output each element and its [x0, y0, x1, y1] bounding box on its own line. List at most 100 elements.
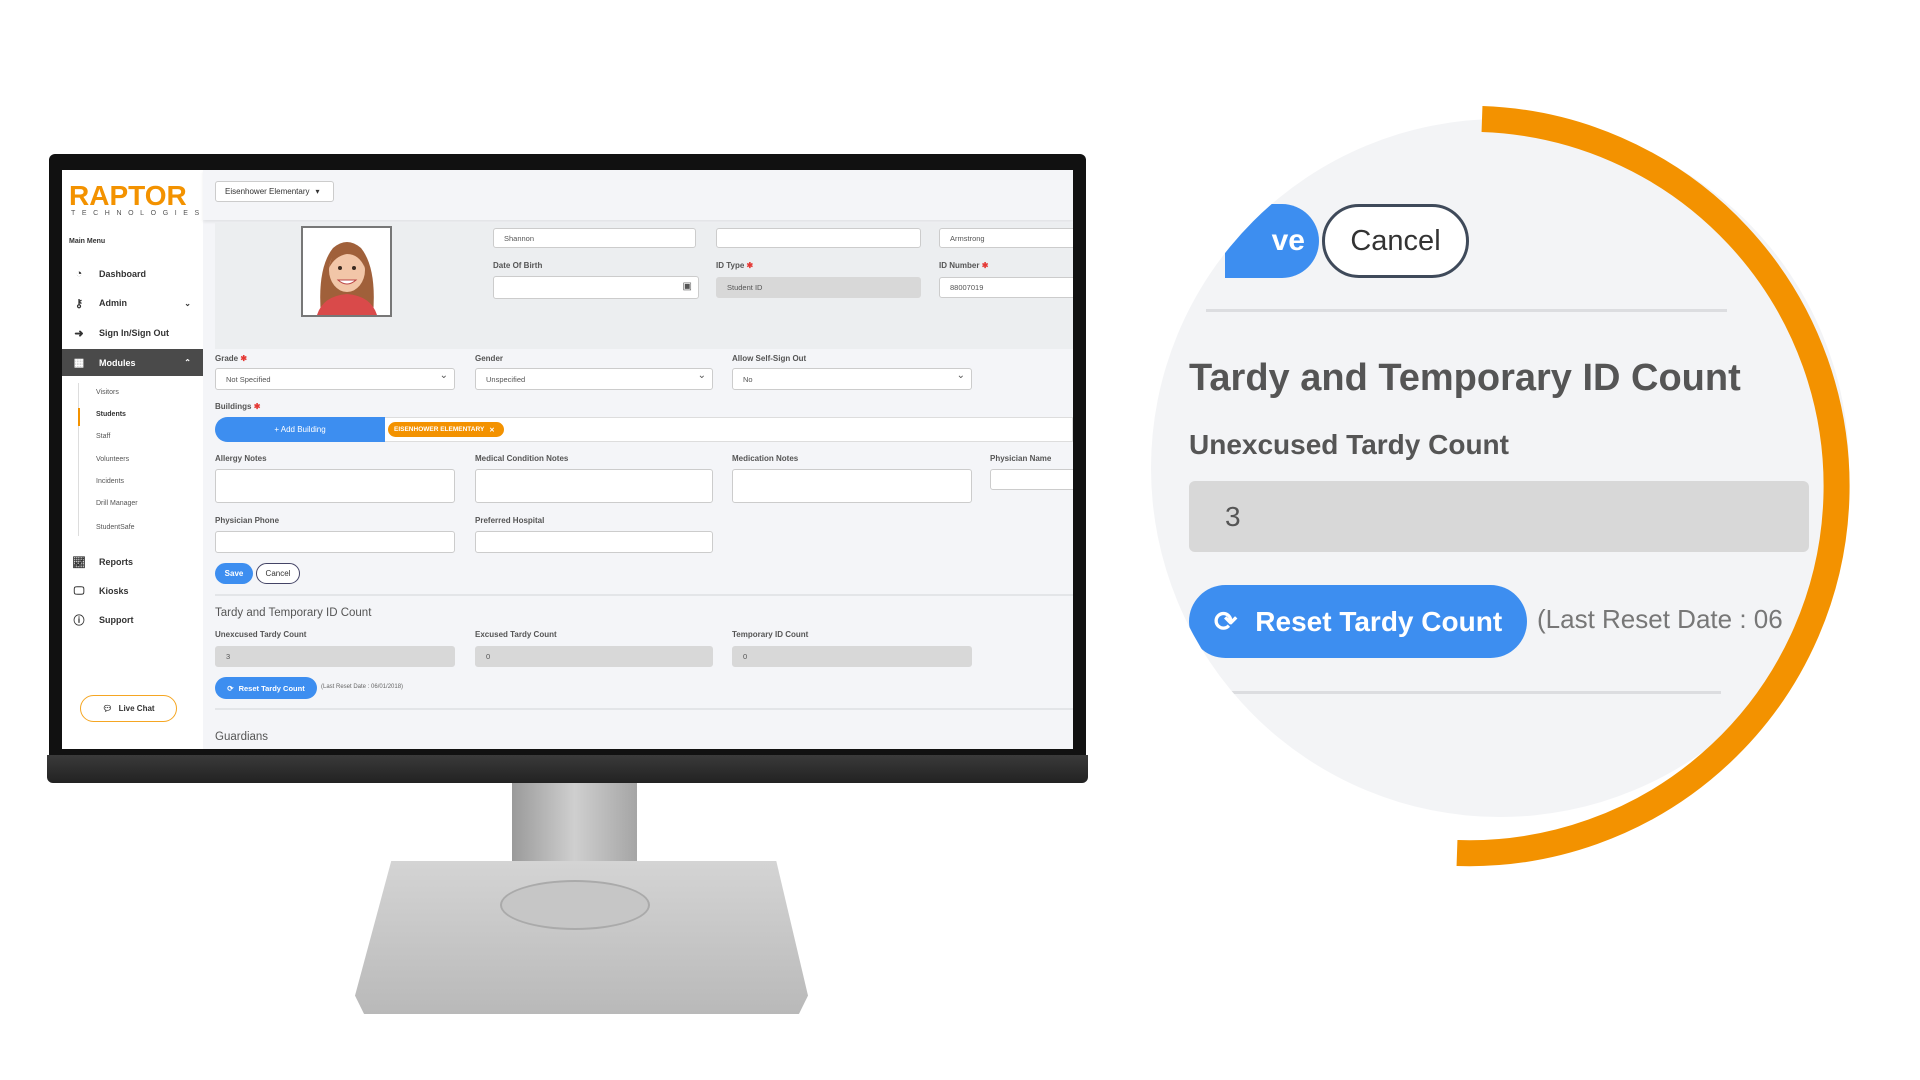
zoom-tardy-title: Tardy and Temporary ID Count: [1189, 357, 1741, 399]
excused-label: Excused Tardy Count: [475, 630, 557, 639]
reset-tardy-button[interactable]: ⟳ Reset Tardy Count: [215, 677, 317, 699]
id-number-input[interactable]: 88007019: [939, 277, 1073, 298]
sidebar-item-sign-in-out[interactable]: ➜ Sign In/Sign Out: [62, 321, 203, 345]
guardians-title: Guardians: [215, 731, 269, 743]
key-icon: ⚷: [74, 297, 84, 310]
middle-name-input[interactable]: [716, 228, 921, 248]
module-volunteers[interactable]: Volunteers: [96, 456, 129, 463]
logo-tagline: TECHNOLOGIES: [71, 210, 206, 217]
remove-icon[interactable]: ✕: [489, 426, 494, 434]
dob-input[interactable]: ▣: [493, 276, 699, 299]
building-select-value: Eisenhower Elementary: [225, 187, 310, 196]
zoom-last-reset-date: (Last Reset Date : 06: [1537, 604, 1783, 634]
medical-notes-textarea[interactable]: [475, 469, 713, 503]
last-name-input[interactable]: Armstrong: [939, 228, 1073, 248]
physician-phone-label: Physician Phone: [215, 516, 280, 525]
divider: [215, 708, 1073, 710]
unexcused-count-input: 3: [215, 646, 455, 667]
required-icon: ✱: [253, 402, 261, 411]
unexcused-label: Unexcused Tardy Count: [215, 630, 307, 639]
zoom-reset-tardy-button[interactable]: ⟳ Reset Tardy Count: [1189, 585, 1527, 658]
live-chat-button[interactable]: 💬︎ Live Chat: [80, 695, 177, 722]
medication-notes-textarea[interactable]: [732, 469, 972, 503]
id-number-label: ID Number ✱: [939, 261, 988, 270]
app-screen: RAPTOR TECHNOLOGIES Main Menu ◔ Dashboard…: [62, 170, 1073, 749]
excused-count-input: 0: [475, 646, 713, 667]
sidebar-item-label: Reports: [99, 557, 134, 567]
sidebar-item-support[interactable]: ⓘ Support: [62, 608, 203, 632]
student-photo[interactable]: [301, 226, 392, 317]
sidebar-item-admin[interactable]: ⚷ Admin ⌄: [62, 291, 203, 315]
grade-select[interactable]: Not Specified: [215, 368, 455, 390]
self-signout-label: Allow Self-Sign Out: [732, 354, 807, 363]
module-students[interactable]: Students: [96, 411, 126, 418]
logo: RAPTOR: [69, 180, 187, 211]
zoom-unexcused-label: Unexcused Tardy Count: [1189, 429, 1509, 460]
physician-phone-input[interactable]: [215, 531, 455, 553]
module-studentsafe[interactable]: StudentSafe: [96, 524, 135, 531]
live-chat-label: Live Chat: [118, 704, 155, 713]
physician-name-input[interactable]: [990, 469, 1073, 490]
monitor-chin: [47, 755, 1088, 783]
save-button[interactable]: Save: [215, 563, 253, 584]
main-menu-heading: Main Menu: [69, 238, 106, 245]
sidebar-item-label: Support: [99, 615, 134, 625]
chat-bubble-icon: 💬︎: [102, 704, 113, 713]
caret-down-icon: ▾: [315, 187, 320, 196]
gender-select[interactable]: Unspecified: [475, 368, 713, 390]
sidebar-item-label: Modules: [99, 357, 136, 368]
first-name-input[interactable]: Shannon: [493, 228, 696, 248]
tardy-section-title: Tardy and Temporary ID Count: [215, 607, 372, 619]
buildings-label: Buildings ✱: [215, 402, 260, 411]
cancel-button[interactable]: Cancel: [256, 563, 300, 584]
sidebar-item-reports[interactable]: 📈︎ Reports: [62, 550, 203, 574]
zoom-divider: [1231, 691, 1721, 694]
id-type-label-text: ID Type: [716, 261, 745, 270]
monitor-icon: 🖵: [73, 584, 85, 597]
self-signout-select[interactable]: No: [732, 368, 972, 390]
sidebar-item-kiosks[interactable]: 🖵 Kiosks: [62, 579, 203, 603]
zoom-cancel-button[interactable]: Cancel: [1322, 204, 1469, 278]
allergy-notes-textarea[interactable]: [215, 469, 455, 503]
module-staff[interactable]: Staff: [96, 433, 110, 440]
zoom-save-button[interactable]: ve: [1225, 204, 1319, 278]
building-chip-label: EISENHOWER ELEMENTARY: [394, 426, 485, 433]
module-drill-manager[interactable]: Drill Manager: [96, 500, 138, 507]
hospital-label: Preferred Hospital: [475, 516, 545, 525]
sign-in-icon: ➜: [74, 327, 84, 340]
required-icon: ✱: [746, 261, 754, 270]
sidebar-item-label: Sign In/Sign Out: [99, 328, 169, 338]
chevron-down-icon: ⌄: [184, 298, 191, 308]
allergy-label: Allergy Notes: [215, 454, 267, 463]
reset-tardy-label: Reset Tardy Count: [238, 683, 305, 693]
grid-icon: ▦: [73, 357, 85, 369]
grade-label: Grade ✱: [215, 354, 247, 363]
sidebar-item-label: Dashboard: [99, 269, 147, 279]
calendar-icon[interactable]: ▣: [683, 281, 692, 292]
id-type-input: Student ID: [716, 277, 921, 298]
add-building-button[interactable]: + Add Building: [215, 417, 385, 442]
zoom-reset-label: Reset Tardy Count: [1255, 605, 1503, 637]
building-select[interactable]: Eisenhower Elementary ▾: [215, 181, 334, 202]
temp-id-label: Temporary ID Count: [732, 630, 809, 639]
sidebar-item-label: Admin: [99, 298, 127, 308]
submenu-active-indicator: [78, 408, 80, 426]
required-icon: ✱: [240, 354, 248, 363]
required-icon: ✱: [981, 261, 989, 270]
hospital-input[interactable]: [475, 531, 713, 553]
grade-label-text: Grade: [215, 354, 239, 363]
zoom-divider: [1206, 309, 1727, 312]
top-bar: Eisenhower Elementary ▾: [203, 170, 1073, 220]
dob-label: Date Of Birth: [493, 261, 543, 270]
module-incidents[interactable]: Incidents: [96, 478, 124, 485]
sidebar-item-modules[interactable]: ▦ Modules ⌃: [62, 349, 203, 376]
refresh-icon: ⟳: [1213, 606, 1238, 637]
zoom-callout: ve Cancel Tardy and Temporary ID Count U…: [1151, 119, 1849, 817]
sidebar: RAPTOR TECHNOLOGIES Main Menu ◔ Dashboard…: [62, 170, 203, 749]
zoom-unexcused-input: 3: [1189, 481, 1809, 552]
chevron-up-icon: ⌃: [184, 358, 191, 367]
dashboard-icon: ◔: [75, 268, 83, 280]
sidebar-item-dashboard[interactable]: ◔ Dashboard: [62, 262, 203, 286]
module-visitors[interactable]: Visitors: [96, 389, 119, 396]
id-number-label-text: ID Number: [939, 261, 980, 270]
